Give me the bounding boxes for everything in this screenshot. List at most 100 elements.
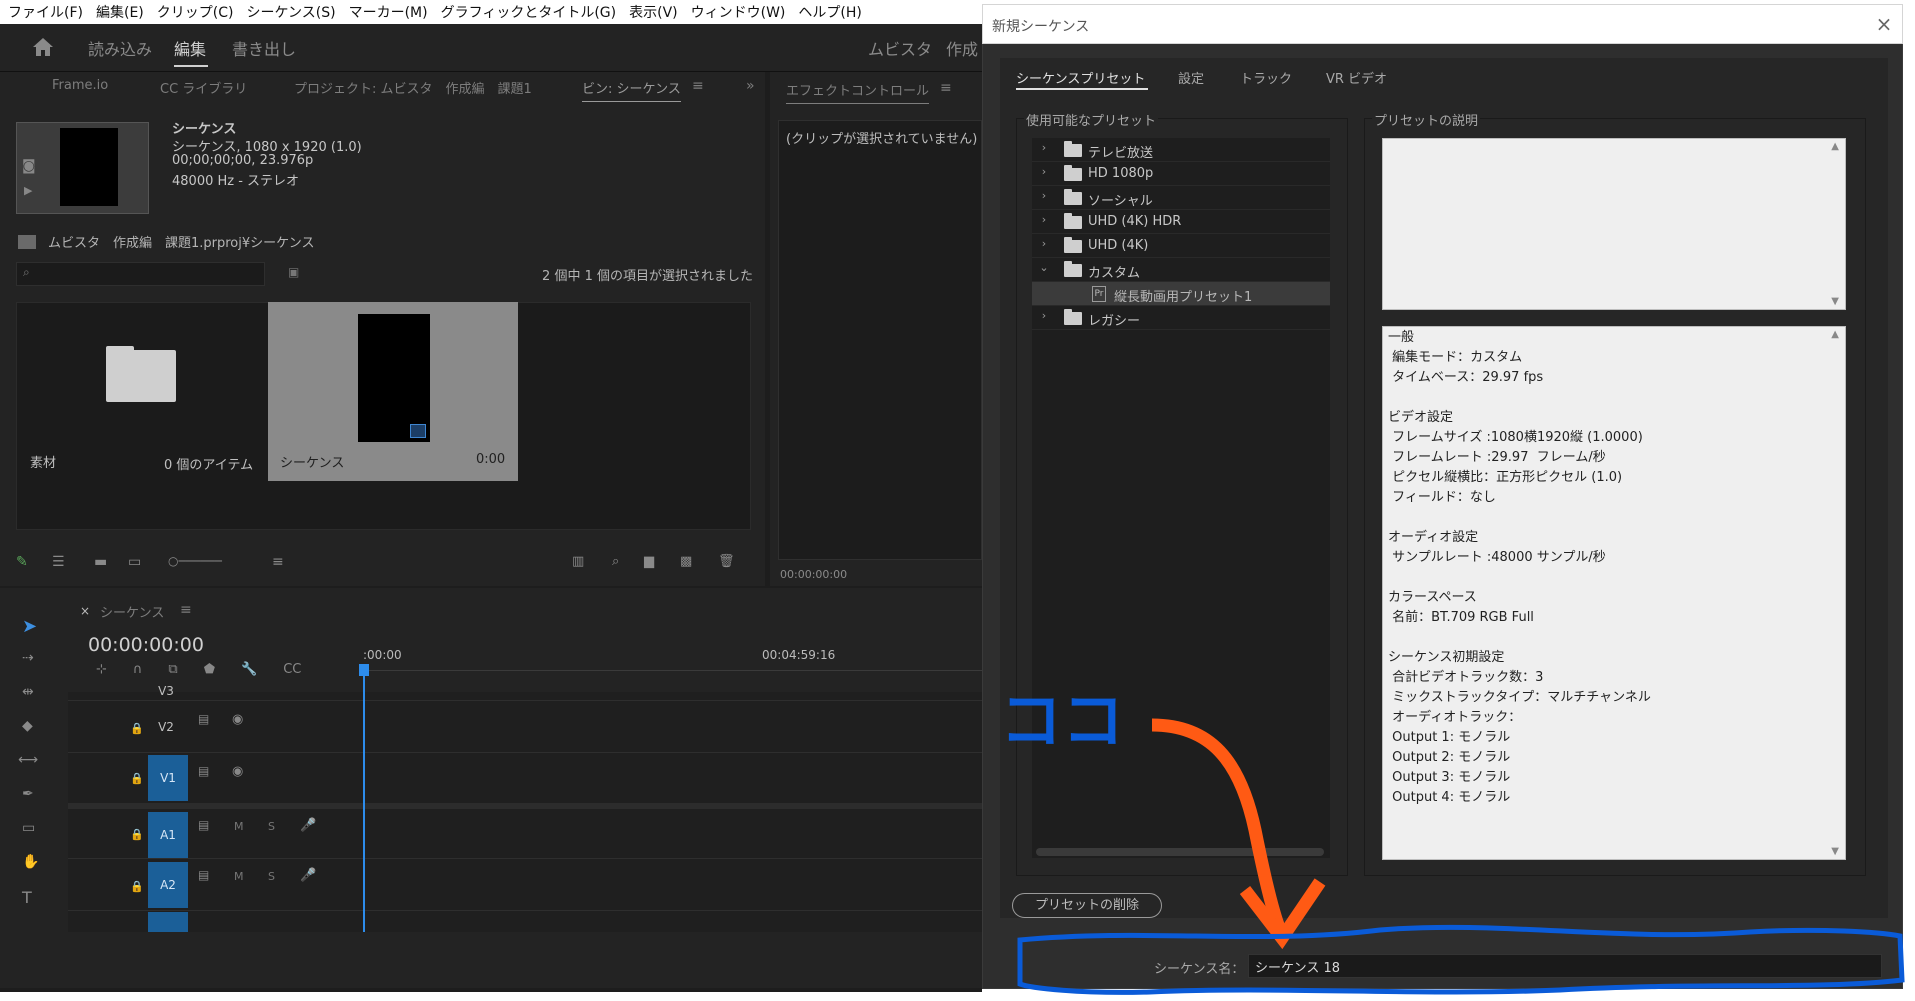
tab-edit[interactable]: 編集 bbox=[174, 36, 206, 60]
preset-folder[interactable]: › テレビ放送 bbox=[1032, 138, 1330, 162]
rectangle-tool-icon[interactable]: ▭ bbox=[22, 820, 35, 836]
track-a1[interactable]: A1 bbox=[148, 812, 188, 858]
hand-tool-icon[interactable]: ✋ bbox=[22, 854, 39, 870]
menu-help[interactable]: ヘルプ(H) bbox=[796, 2, 872, 22]
chevron-down-icon[interactable]: ⌄ bbox=[1038, 261, 1050, 274]
timeline-tab[interactable]: シーケンス bbox=[100, 602, 164, 621]
menu-clip[interactable]: クリップ(C) bbox=[155, 2, 245, 22]
eye-icon[interactable]: ◉ bbox=[232, 712, 243, 727]
track-a3-partial[interactable] bbox=[148, 912, 188, 932]
sync-lock-icon[interactable]: ▤ bbox=[198, 764, 209, 778]
menu-window[interactable]: ウィンドウ(W) bbox=[689, 2, 797, 22]
chevron-right-icon[interactable]: › bbox=[1038, 141, 1050, 154]
slip-tool-icon[interactable]: ⟷ bbox=[18, 752, 38, 768]
camera-icon[interactable]: ◙ bbox=[22, 158, 36, 174]
effect-panel-menu-icon[interactable]: ≡ bbox=[940, 80, 952, 96]
tab-import[interactable]: 読み込み bbox=[88, 36, 152, 60]
preset-folder[interactable]: › UHD (4K) HDR bbox=[1032, 210, 1330, 234]
menu-view[interactable]: 表示(V) bbox=[627, 2, 689, 22]
menu-graphics[interactable]: グラフィックとタイトル(G) bbox=[439, 2, 628, 22]
track-area[interactable] bbox=[68, 692, 982, 932]
track-v2[interactable]: V2 bbox=[146, 720, 186, 734]
home-icon[interactable] bbox=[32, 37, 54, 57]
delete-preset-button[interactable]: プリセットの削除 bbox=[1012, 893, 1162, 918]
track-select-tool-icon[interactable]: ⇢ bbox=[22, 650, 34, 666]
menu-file[interactable]: ファイル(F) bbox=[6, 2, 94, 22]
search-input[interactable]: ⌕ bbox=[16, 262, 265, 286]
chevron-right-icon[interactable]: › bbox=[1038, 213, 1050, 226]
tab-tracks[interactable]: トラック bbox=[1240, 68, 1292, 87]
wrench-icon[interactable]: 🔧 bbox=[241, 662, 257, 677]
tab-frameio[interactable]: Frame.io bbox=[52, 78, 108, 93]
chevron-right-icon[interactable]: › bbox=[1038, 309, 1050, 322]
tab-vr-video[interactable]: VR ビデオ bbox=[1326, 68, 1387, 87]
trash-icon[interactable]: 🗑 bbox=[718, 554, 735, 569]
preset-item-selected[interactable]: Pr 縦長動画用プリセット1 bbox=[1032, 282, 1330, 306]
solo-icon[interactable]: S bbox=[268, 870, 275, 883]
menu-marker[interactable]: マーカー(M) bbox=[347, 2, 439, 22]
tab-sequence-presets[interactable]: シーケンスプリセット bbox=[1016, 68, 1145, 87]
pen-tool-icon[interactable]: ✒ bbox=[22, 786, 34, 802]
chevron-right-icon[interactable]: › bbox=[1038, 189, 1050, 202]
sort-icon[interactable]: ≡ bbox=[272, 554, 284, 570]
preset-folder[interactable]: › ソーシャル bbox=[1032, 186, 1330, 210]
chevron-right-icon[interactable]: › bbox=[1038, 165, 1050, 178]
sequence-name-input[interactable] bbox=[1248, 954, 1882, 978]
track-v3[interactable]: V3 bbox=[146, 684, 186, 698]
timeline-ruler[interactable] bbox=[363, 670, 982, 682]
track-v1[interactable]: V1 bbox=[148, 755, 188, 801]
magnet-icon[interactable]: ∩ bbox=[133, 662, 143, 677]
play-icon[interactable]: ▶ bbox=[24, 184, 32, 197]
scroll-down-icon[interactable]: ▼ bbox=[1831, 846, 1839, 857]
razor-tool-icon[interactable]: ◆ bbox=[22, 718, 33, 734]
menu-sequence[interactable]: シーケンス(S) bbox=[244, 2, 346, 22]
tab-effect-controls[interactable]: エフェクトコントロール bbox=[786, 80, 930, 104]
tab-cc-library[interactable]: CC ライブラリ bbox=[160, 78, 247, 97]
selection-tool-icon[interactable]: ➤ bbox=[22, 616, 37, 637]
ripple-edit-tool-icon[interactable]: ⇹ bbox=[22, 684, 34, 700]
lock-icon[interactable]: 🔒 bbox=[130, 722, 144, 735]
snap-icon[interactable]: ⊹ bbox=[96, 662, 107, 677]
new-search-bin-icon[interactable]: ▣ bbox=[288, 265, 299, 279]
playhead[interactable] bbox=[363, 668, 365, 932]
scroll-up-icon[interactable]: ▲ bbox=[1831, 329, 1839, 340]
mute-icon[interactable]: M bbox=[234, 820, 244, 833]
close-tab-icon[interactable]: × bbox=[80, 604, 90, 618]
mic-icon[interactable]: 🎤 bbox=[300, 868, 316, 883]
tab-bin-sequence[interactable]: ビン: シーケンス bbox=[582, 78, 681, 102]
timeline-menu-icon[interactable]: ≡ bbox=[180, 602, 192, 618]
menu-edit[interactable]: 編集(E) bbox=[94, 2, 155, 22]
close-icon[interactable]: × bbox=[1872, 12, 1896, 36]
track-a2[interactable]: A2 bbox=[148, 862, 188, 908]
video-audio-divider[interactable] bbox=[68, 803, 982, 809]
find-icon[interactable]: ⌕ bbox=[612, 554, 619, 569]
eye-icon[interactable]: ◉ bbox=[232, 764, 243, 779]
lock-icon[interactable]: 🔒 bbox=[130, 772, 144, 785]
folder-up-icon[interactable] bbox=[18, 234, 36, 249]
list-view-icon[interactable]: ☰ bbox=[52, 554, 65, 570]
captions-icon[interactable]: CC bbox=[283, 662, 301, 677]
preset-folder[interactable]: › HD 1080p bbox=[1032, 162, 1330, 186]
folder-icon[interactable] bbox=[106, 350, 176, 402]
preset-folder[interactable]: › UHD (4K) bbox=[1032, 234, 1330, 258]
sync-lock-icon[interactable]: ▤ bbox=[198, 868, 209, 882]
tab-settings[interactable]: 設定 bbox=[1178, 68, 1204, 87]
lock-icon[interactable]: 🔒 bbox=[130, 828, 144, 841]
type-tool-icon[interactable]: T bbox=[22, 888, 32, 907]
mute-icon[interactable]: M bbox=[234, 870, 244, 883]
bin-item-name[interactable]: 素材 bbox=[30, 452, 56, 471]
preset-folder-custom[interactable]: ⌄ カスタム bbox=[1032, 258, 1330, 282]
timeline-timecode[interactable]: 00:00:00:00 bbox=[88, 634, 204, 656]
linked-selection-icon[interactable]: ⧉ bbox=[168, 662, 177, 677]
icon-view-icon[interactable]: ▬ bbox=[94, 554, 107, 570]
solo-icon[interactable]: S bbox=[268, 820, 275, 833]
automate-icon[interactable]: ▥ bbox=[572, 554, 584, 569]
tab-export[interactable]: 書き出し bbox=[232, 36, 296, 60]
scroll-up-icon[interactable]: ▲ bbox=[1831, 141, 1839, 152]
tab-project[interactable]: プロジェクト: ムビスタ 作成編 課題1 bbox=[294, 78, 532, 97]
sync-lock-icon[interactable]: ▤ bbox=[198, 712, 209, 726]
horizontal-scrollbar[interactable] bbox=[1036, 848, 1324, 856]
expand-panels-icon[interactable]: » bbox=[746, 78, 755, 94]
new-bin-icon[interactable]: ▆ bbox=[644, 554, 654, 569]
marker-icon[interactable]: ⬟ bbox=[204, 662, 215, 677]
